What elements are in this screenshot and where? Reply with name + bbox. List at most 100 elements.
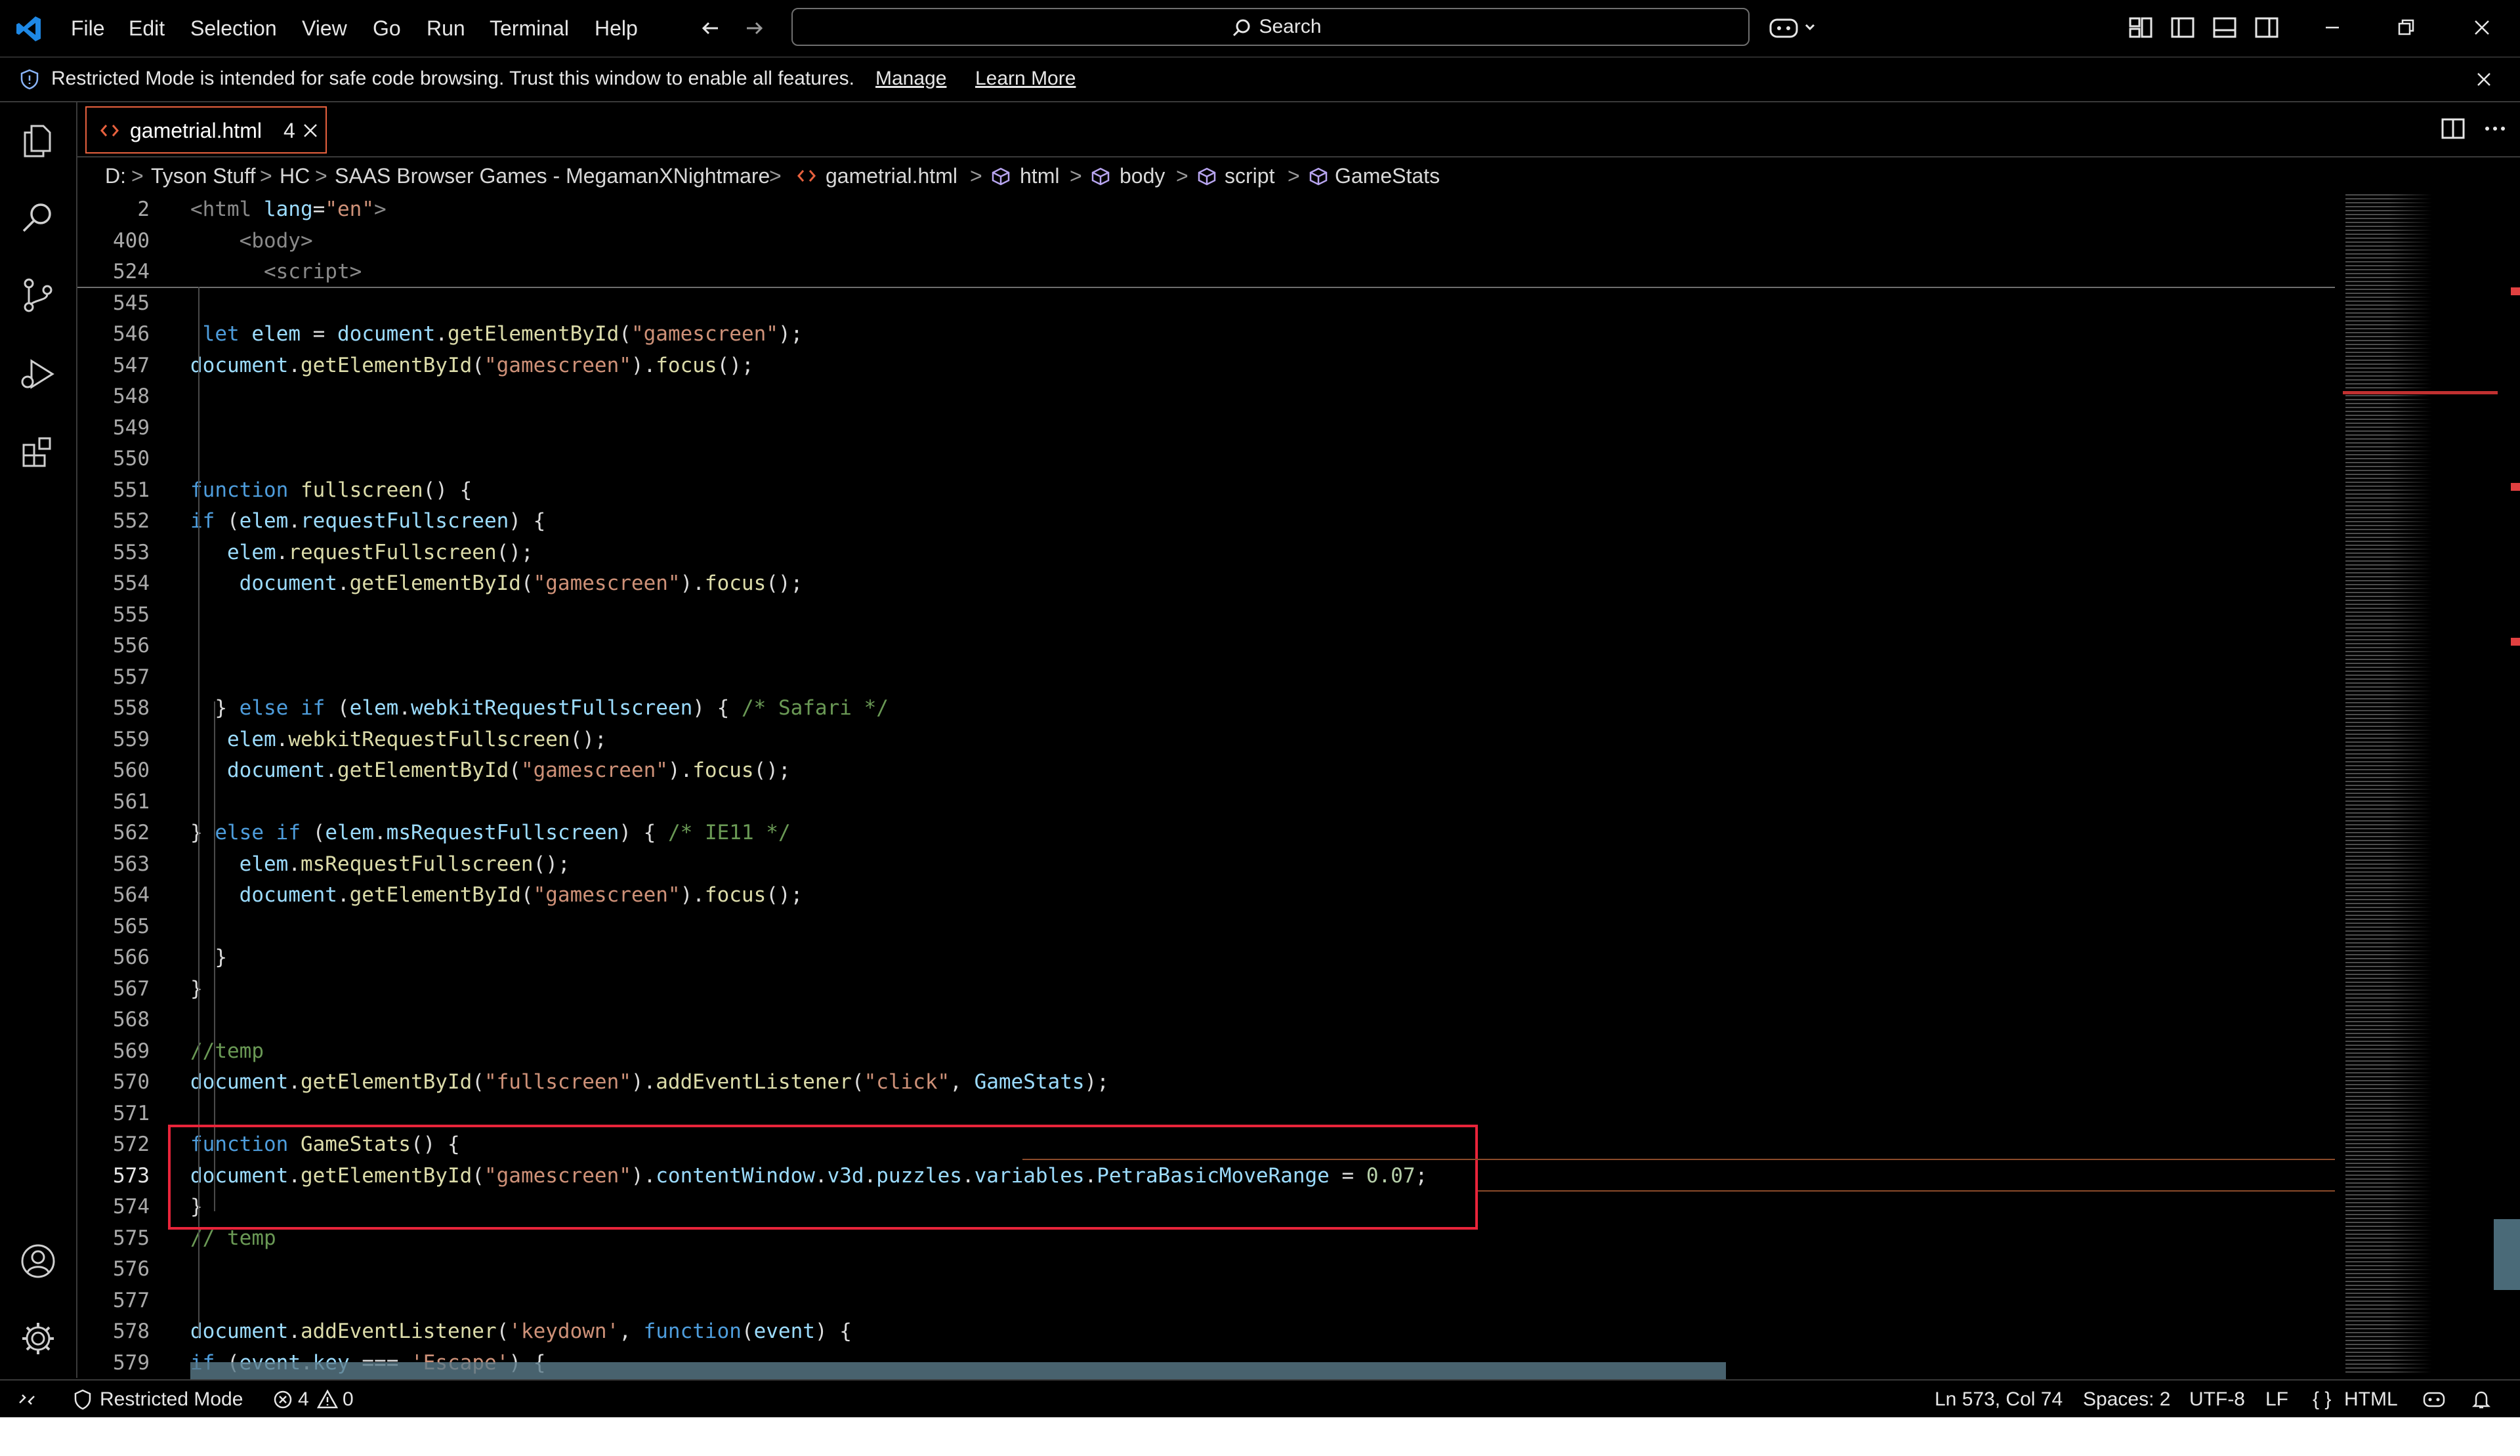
minimap[interactable] — [2336, 194, 2494, 1379]
restore-icon[interactable] — [2390, 12, 2422, 43]
code-line[interactable]: 566 } — [77, 942, 2335, 974]
code-line[interactable]: 563 elem.msRequestFullscreen(); — [77, 849, 2335, 881]
code-line[interactable]: 524 <script> — [77, 257, 2335, 288]
code-line[interactable]: 555 — [77, 600, 2335, 631]
code-line[interactable]: 400 <body> — [77, 226, 2335, 257]
back-arrow-icon[interactable] — [698, 16, 723, 41]
customize-layout-icon[interactable] — [2125, 12, 2156, 43]
code-line[interactable]: 549 — [77, 413, 2335, 444]
menu-run[interactable]: Run — [427, 14, 465, 42]
toggle-panel-icon[interactable] — [2209, 12, 2240, 43]
code-line[interactable]: 560 document.getElementById("gamescreen"… — [77, 755, 2335, 787]
vertical-scrollbar-thumb[interactable] — [2494, 1219, 2520, 1290]
manage-link[interactable]: Manage — [875, 67, 946, 91]
code-line[interactable]: 553 elem.requestFullscreen(); — [77, 537, 2335, 569]
close-banner-icon[interactable] — [2473, 68, 2495, 91]
code-line[interactable]: 550 — [77, 444, 2335, 475]
code-line[interactable]: 576 — [77, 1254, 2335, 1285]
code-line[interactable]: 2 <html lang="en"> — [77, 194, 2335, 226]
line-number: 566 — [113, 946, 150, 969]
code-line[interactable]: 559 elem.webkitRequestFullscreen(); — [77, 724, 2335, 756]
breadcrumb-item[interactable]: HC — [280, 163, 310, 189]
indentation[interactable]: Spaces: 2 — [2083, 1387, 2170, 1412]
breadcrumb-item[interactable]: script — [1225, 163, 1274, 189]
code-line[interactable]: 578 document.addEventListener('keydown', … — [77, 1316, 2335, 1348]
code-line[interactable]: 564 document.getElementById("gamescreen"… — [77, 880, 2335, 911]
minimize-icon[interactable] — [2317, 12, 2348, 43]
more-actions-icon[interactable] — [2481, 114, 2510, 143]
line-number: 567 — [113, 976, 150, 1001]
code-line[interactable]: 562} else if (elem.msRequestFullscreen) … — [77, 818, 2335, 849]
code-line[interactable]: 554 document.getElementById("gamescreen"… — [77, 568, 2335, 600]
code-line[interactable]: 568 — [77, 1005, 2335, 1036]
cursor-position[interactable]: Ln 573, Col 74 — [1935, 1387, 2063, 1412]
menu-selection[interactable]: Selection — [190, 14, 277, 42]
split-editor-icon[interactable] — [2439, 114, 2468, 143]
end-of-line[interactable]: LF — [2265, 1387, 2288, 1412]
line-number: 570 — [113, 1070, 150, 1094]
code-line[interactable]: 545 — [77, 288, 2335, 320]
line-number: 545 — [113, 291, 150, 315]
close-tab-icon[interactable] — [299, 119, 322, 142]
code-line[interactable]: 551 function fullscreen() { — [77, 475, 2335, 507]
code-line[interactable]: 547 document.getElementById("gamescreen")… — [77, 350, 2335, 382]
command-center-search[interactable]: Search — [791, 8, 1750, 46]
breadcrumb-item[interactable]: Tyson Stuff — [151, 163, 256, 189]
tab-gametrial-html[interactable]: gametrial.html 4 — [85, 106, 327, 154]
code-text: let elem = document.getElementById("game… — [202, 322, 803, 346]
extensions-icon[interactable] — [17, 430, 59, 472]
menu-view[interactable]: View — [302, 14, 347, 42]
line-number: 560 — [113, 759, 150, 782]
language-mode[interactable]: HTML — [2344, 1387, 2398, 1412]
code-line[interactable]: 546 let elem = document.getElementById("… — [77, 319, 2335, 350]
copilot-status-icon[interactable] — [2422, 1388, 2446, 1411]
menu-terminal[interactable]: Terminal — [490, 14, 569, 42]
chevron-right-icon: > — [315, 164, 327, 188]
close-window-icon[interactable] — [2466, 12, 2498, 43]
menu-help[interactable]: Help — [595, 14, 638, 42]
toggle-secondary-sidebar-icon[interactable] — [2251, 12, 2282, 43]
code-line[interactable]: 558 } else if (elem.webkitRequestFullscr… — [77, 693, 2335, 724]
menu-edit[interactable]: Edit — [129, 14, 165, 42]
breadcrumb-item[interactable]: body — [1120, 163, 1165, 189]
code-line[interactable]: 569 //temp — [77, 1036, 2335, 1068]
breadcrumb-item[interactable]: html — [1020, 163, 1059, 189]
code-editor[interactable]: 2 <html lang="en"> 400 <body> 524 <script> 5… — [77, 194, 2335, 1379]
shield-icon — [74, 1389, 91, 1410]
encoding[interactable]: UTF-8 — [2189, 1387, 2245, 1412]
code-line[interactable]: 570 document.getElementById("fullscreen")… — [77, 1067, 2335, 1098]
manage-gear-icon[interactable] — [17, 1318, 59, 1360]
explorer-icon[interactable] — [17, 119, 59, 161]
error-count[interactable]: 4 — [298, 1387, 309, 1412]
forward-arrow-icon[interactable] — [742, 16, 766, 41]
code-line[interactable]: 561 — [77, 787, 2335, 818]
run-debug-icon[interactable] — [17, 353, 59, 395]
notifications-bell-icon[interactable] — [2470, 1388, 2492, 1411]
breadcrumb-item[interactable]: D: — [105, 163, 126, 189]
breadcrumb-item[interactable]: gametrial.html — [826, 163, 957, 189]
warning-icon — [316, 1389, 339, 1409]
toggle-primary-sidebar-icon[interactable] — [2167, 12, 2198, 43]
code-line[interactable]: 565 — [77, 911, 2335, 943]
restricted-mode-status[interactable]: Restricted Mode — [100, 1387, 243, 1412]
source-control-icon[interactable] — [17, 274, 59, 316]
code-text: document.getElementById("fullscreen").ad… — [190, 1070, 1109, 1094]
search-sidebar-icon[interactable] — [17, 197, 59, 239]
code-line[interactable]: 548 — [77, 381, 2335, 413]
code-line[interactable]: 577 — [77, 1285, 2335, 1317]
warning-count[interactable]: 0 — [343, 1387, 354, 1412]
breadcrumb-item[interactable]: GameStats — [1335, 163, 1440, 189]
menu-go[interactable]: Go — [373, 14, 401, 42]
code-line[interactable]: 567} — [77, 974, 2335, 1005]
line-number: 559 — [113, 727, 150, 751]
code-line[interactable]: 552 if (elem.requestFullscreen) { — [77, 506, 2335, 537]
horizontal-scrollbar-thumb[interactable] — [190, 1362, 1726, 1379]
learn-more-link[interactable]: Learn More — [975, 67, 1076, 91]
breadcrumb-item[interactable]: SAAS Browser Games - MegamanXNightmare — [335, 163, 770, 189]
code-line[interactable]: 556 — [77, 631, 2335, 662]
accounts-icon[interactable] — [17, 1240, 59, 1282]
code-line[interactable]: 557 — [77, 662, 2335, 694]
copilot-icon[interactable] — [1768, 13, 1820, 42]
menu-file[interactable]: File — [71, 14, 105, 42]
remote-icon[interactable] — [16, 1388, 38, 1411]
